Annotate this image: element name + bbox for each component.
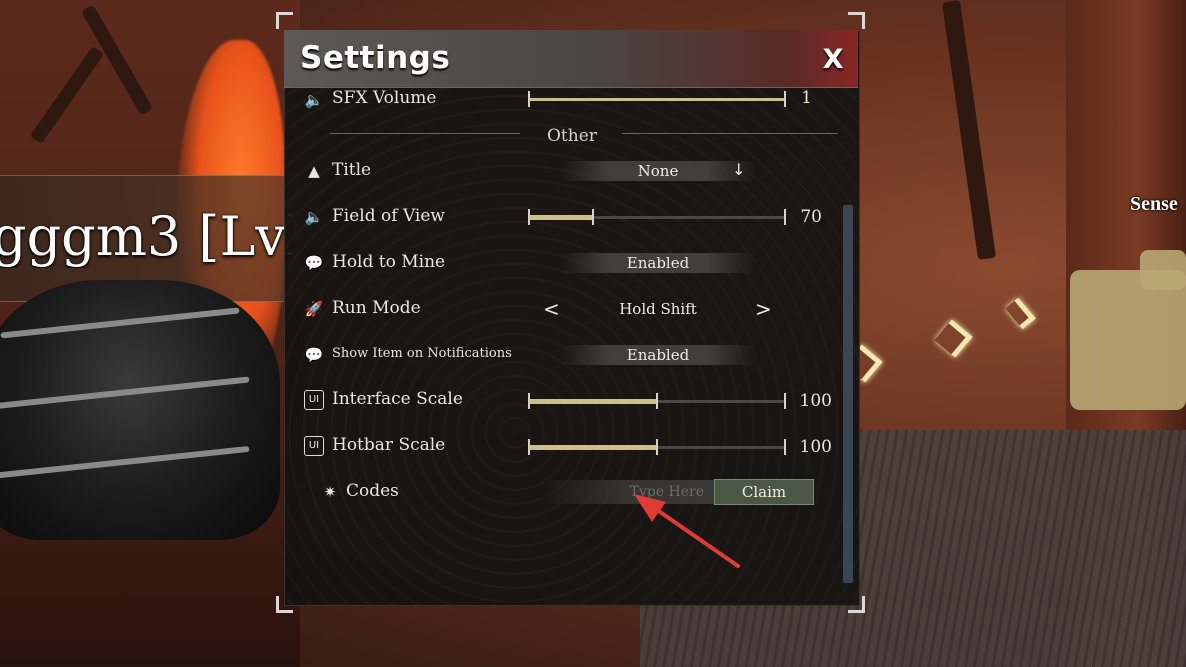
hold-to-mine-toggle[interactable]: Enabled	[560, 253, 756, 273]
run-mode-value: Hold Shift	[619, 300, 697, 318]
dropdown-arrow-icon[interactable]: ↓	[732, 160, 745, 179]
armor-band	[0, 376, 250, 410]
settings-window	[284, 30, 860, 606]
chat-bubble-icon: 💬	[304, 346, 324, 364]
section-divider	[330, 133, 520, 134]
rocket-icon: 🚀	[304, 300, 324, 318]
window-corner	[848, 596, 865, 613]
speaker-icon: 🔈	[304, 208, 324, 226]
hold-to-mine-value: Enabled	[626, 254, 690, 272]
title-value: None	[637, 162, 679, 180]
npc-figure-head	[1140, 250, 1186, 290]
witch-hat-icon: ▲	[308, 162, 320, 180]
slider-tick	[528, 91, 530, 107]
hotbar-scale-label: Hotbar Scale	[332, 435, 446, 455]
fov-slider[interactable]	[528, 209, 786, 225]
player-armor	[0, 280, 280, 540]
sfx-volume-value: 1	[801, 88, 812, 108]
slider-tick	[528, 439, 530, 455]
slider-fill	[528, 215, 593, 220]
slider-thumb[interactable]	[591, 209, 594, 225]
section-divider	[622, 133, 838, 134]
ui-icon: UI	[304, 390, 324, 410]
slider-tick	[784, 393, 786, 409]
interface-scale-slider[interactable]	[528, 393, 786, 409]
settings-title: Settings	[300, 40, 451, 76]
interface-scale-label: Interface Scale	[332, 389, 463, 409]
codes-label: Codes	[346, 481, 399, 501]
slider-tick	[784, 439, 786, 455]
run-mode-selector: Hold Shift	[580, 299, 736, 319]
slider-tick	[528, 209, 530, 225]
player-name: gggm3 [Lvl.	[0, 205, 292, 268]
show-item-label: Show Item on Notifications	[332, 346, 512, 361]
section-other-title: Other	[547, 126, 597, 146]
hotbar-scale-value: 100	[799, 437, 832, 457]
close-button[interactable]: X	[816, 42, 850, 78]
sparkle-icon: ✷	[323, 483, 337, 501]
run-mode-prev-button[interactable]: <	[543, 297, 560, 321]
speaker-icon: 🔈	[304, 91, 324, 109]
show-item-value: Enabled	[626, 346, 690, 364]
fov-label: Field of View	[332, 206, 445, 226]
fov-value: 70	[800, 207, 822, 227]
window-corner	[276, 596, 293, 613]
title-label: Title	[332, 160, 372, 180]
npc-name: Sense	[1130, 193, 1178, 215]
sfx-volume-slider[interactable]	[528, 91, 786, 107]
hold-to-mine-label: Hold to Mine	[332, 252, 446, 272]
window-corner	[848, 12, 865, 29]
ui-icon: UI	[304, 436, 324, 456]
slider-thumb[interactable]	[656, 439, 658, 455]
code-input[interactable]	[540, 480, 716, 504]
hotbar-scale-slider[interactable]	[528, 439, 786, 455]
chat-bubble-icon: 💬	[304, 254, 324, 272]
run-mode-next-button[interactable]: >	[755, 297, 772, 321]
slider-thumb[interactable]	[656, 393, 658, 409]
window-corner	[276, 12, 293, 29]
armor-band	[0, 445, 250, 481]
title-dropdown[interactable]: None	[560, 161, 756, 181]
sfx-volume-label: SFX Volume	[332, 88, 437, 108]
slider-tick	[528, 393, 530, 409]
interface-scale-value: 100	[799, 391, 832, 411]
roof-beam	[941, 0, 997, 260]
show-item-toggle[interactable]: Enabled	[560, 345, 756, 365]
settings-scrollbar[interactable]	[843, 205, 853, 583]
sparkle-chevron	[934, 319, 973, 358]
slider-fill	[528, 399, 657, 404]
armor-band	[0, 307, 240, 339]
npc-figure	[1070, 270, 1186, 410]
sparkle-chevron	[1005, 297, 1036, 330]
slider-fill	[528, 445, 657, 450]
claim-button[interactable]: Claim	[714, 479, 814, 505]
run-mode-label: Run Mode	[332, 298, 421, 318]
